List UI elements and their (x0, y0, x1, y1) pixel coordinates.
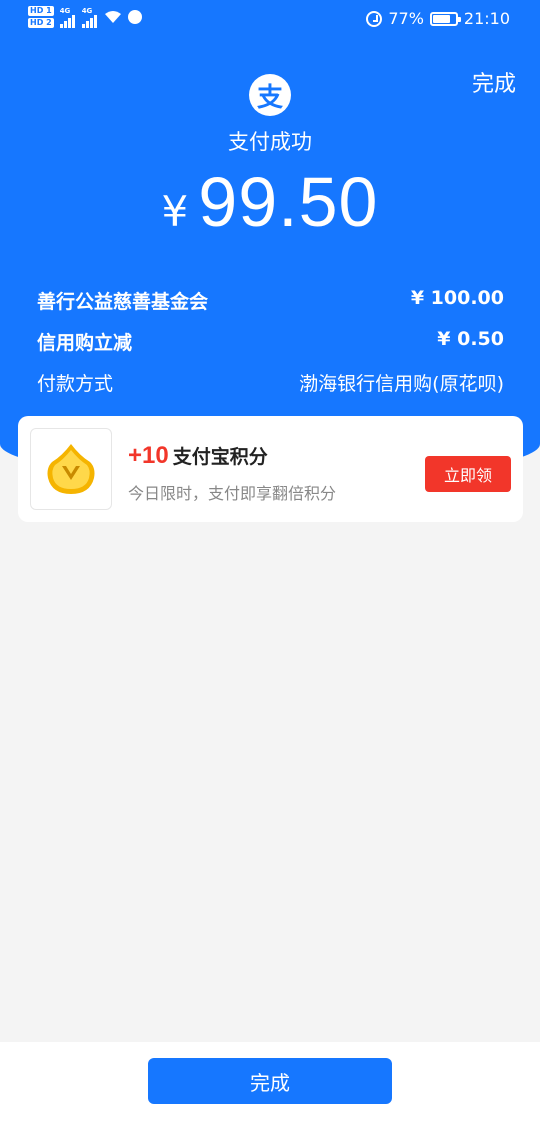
wifi-icon (104, 11, 121, 23)
currency-symbol: ¥ (161, 187, 189, 236)
status-bar: HD 1 HD 2 4G 4G 77% 21:10 (0, 0, 540, 40)
bottom-bar: 完成 (0, 1042, 540, 1122)
alarm-icon (366, 10, 383, 27)
sim2-badge: HD 2 (28, 18, 54, 28)
signal-2-icon: 4G (81, 7, 98, 28)
points-promo-card[interactable]: +10 支付宝积分 今日限时，支付即享翻倍积分 立即领 (18, 416, 523, 522)
promo-subtitle: 今日限时，支付即享翻倍积分 (128, 484, 337, 503)
claim-points-button[interactable]: 立即领 (425, 456, 511, 492)
payment-amount: ¥ 99.50 (0, 162, 540, 242)
promo-name: 支付宝积分 (172, 446, 268, 468)
promo-points: +10 (128, 442, 169, 469)
detail-row-payee: 善行公益慈善基金会 ¥ 100.00 (37, 287, 504, 314)
detail-value: 渤海银行信用购(原花呗) (299, 373, 504, 395)
detail-label: 善行公益慈善基金会 (37, 291, 209, 313)
detail-value: ¥ 100.00 (410, 287, 504, 309)
alipay-points-coin-icon (47, 444, 95, 494)
detail-row-payment-method: 付款方式 渤海银行信用购(原花呗) (37, 369, 504, 396)
battery-fill (432, 14, 450, 23)
detail-value: ¥ 0.50 (437, 328, 504, 350)
alipay-logo-icon: 支 (249, 74, 291, 116)
location-icon (127, 10, 142, 24)
clock: 21:10 (463, 9, 510, 28)
payment-status: 支付成功 (228, 130, 312, 154)
promo-title: +10 支付宝积分 (128, 442, 268, 470)
sim1-badge: HD 1 (28, 6, 54, 16)
sim-indicators: HD 1 HD 2 (28, 6, 54, 28)
battery-icon (429, 11, 461, 26)
done-link-top[interactable]: 完成 (472, 66, 516, 98)
detail-label: 付款方式 (37, 373, 114, 395)
done-button[interactable]: 完成 (148, 1058, 392, 1104)
detail-row-discount: 信用购立减 ¥ 0.50 (37, 328, 504, 355)
promo-icon-box (30, 428, 112, 510)
amount-value: 99.50 (198, 163, 379, 241)
battery-percent: 77% (388, 9, 424, 28)
detail-label: 信用购立减 (37, 332, 133, 354)
signal-1-icon: 4G (59, 7, 76, 28)
